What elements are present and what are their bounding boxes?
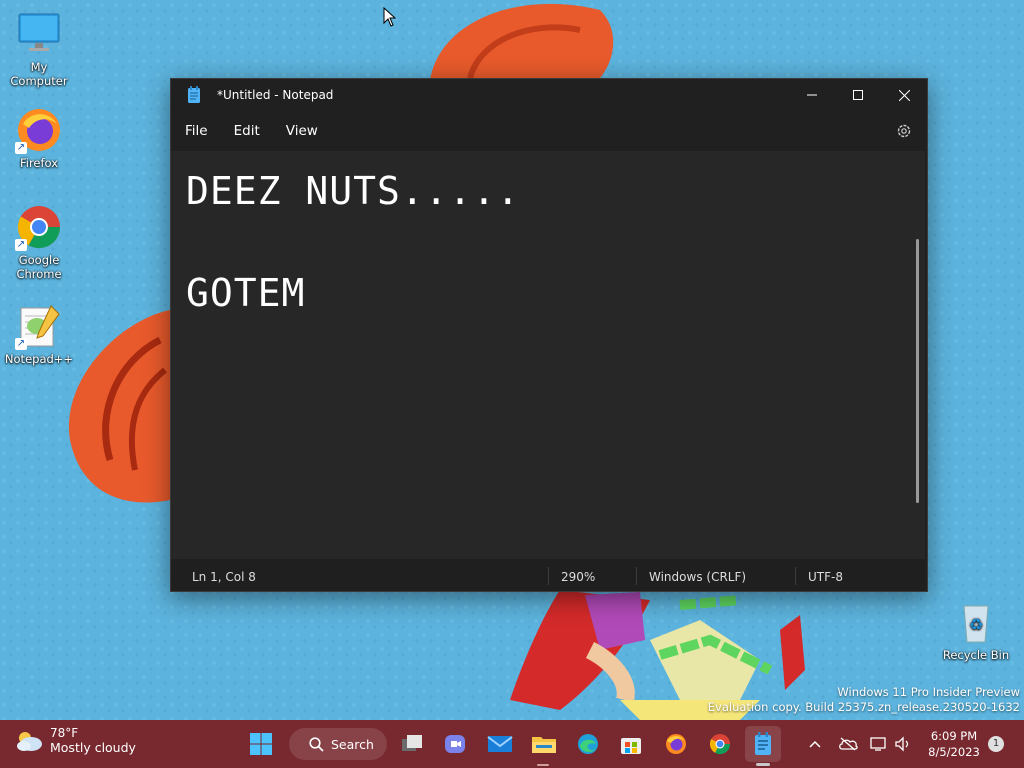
- volume-button[interactable]: [886, 726, 920, 762]
- editor-line-2: GOTEM: [186, 271, 306, 315]
- cloud-icon: [17, 731, 42, 751]
- watermark-line-1: Windows 11 Pro Insider Preview: [837, 685, 1020, 699]
- menu-file[interactable]: File: [173, 117, 220, 145]
- firefox-icon: ↗: [15, 106, 63, 154]
- desktop-icon-google-chrome[interactable]: ↗ Google Chrome: [1, 203, 77, 281]
- minimize-button[interactable]: [789, 79, 835, 111]
- clock-date: 8/5/2023: [928, 745, 980, 759]
- chrome-taskbar-button[interactable]: [702, 726, 738, 762]
- desktop-icon-label: Firefox: [19, 156, 59, 170]
- store-icon: [621, 738, 641, 754]
- taskbar-clock[interactable]: 6:09 PM 8/5/2023: [926, 728, 982, 760]
- desktop-icon-label: Google Chrome: [16, 253, 62, 281]
- store-button[interactable]: [613, 726, 649, 762]
- edge-button[interactable]: [570, 726, 606, 762]
- teams-icon: [445, 735, 465, 753]
- search-icon: [309, 736, 324, 752]
- clock-time: 6:09 PM: [930, 729, 978, 743]
- firefox-icon: [666, 734, 686, 754]
- search-label: Search: [331, 736, 374, 752]
- window-title: *Untitled - Notepad: [217, 88, 334, 102]
- notepad-window[interactable]: *Untitled - Notepad File Edit View DEEZ …: [170, 78, 928, 592]
- desktop-icon-label: Notepad++: [4, 352, 74, 366]
- file-explorer-icon: [532, 737, 556, 753]
- minimize-icon: [807, 94, 817, 96]
- watermark-line-2: Evaluation copy. Build 25375.zn_release.…: [707, 700, 1020, 714]
- notepad-app-icon: [188, 86, 200, 103]
- task-view-icon: [402, 735, 422, 751]
- chrome-icon: ↗: [15, 203, 63, 251]
- maximize-icon: [853, 90, 863, 100]
- onedrive-icon: [839, 737, 858, 751]
- notepad-icon: [755, 732, 771, 755]
- desktop-icon-recycle-bin[interactable]: ♻ Recycle Bin: [938, 598, 1014, 662]
- file-explorer-button[interactable]: [526, 726, 562, 762]
- desktop-icon-my-computer[interactable]: My Computer: [1, 10, 77, 88]
- line-ending: Windows (CRLF): [649, 570, 747, 584]
- weather-condition: Mostly cloudy: [50, 740, 136, 755]
- weather-widget[interactable]: 78°F Mostly cloudy: [14, 726, 136, 755]
- menu-bar: File Edit View: [171, 111, 927, 151]
- notepad-active-indicator: [756, 763, 770, 766]
- shortcut-arrow-icon: ↗: [15, 239, 27, 251]
- shortcut-arrow-icon: ↗: [15, 338, 27, 350]
- vertical-scrollbar[interactable]: [916, 239, 919, 503]
- status-bar: Ln 1, Col 8 290% Windows (CRLF) UTF-8: [171, 561, 925, 591]
- maximize-button[interactable]: [835, 79, 881, 111]
- settings-gear-icon[interactable]: [895, 122, 913, 140]
- recycle-bin-icon: ♻: [952, 598, 1000, 646]
- chevron-up-icon: [809, 740, 821, 748]
- onedrive-button[interactable]: [830, 726, 866, 762]
- shortcut-arrow-icon: ↗: [15, 142, 27, 154]
- start-icon: [250, 733, 272, 755]
- text-editor-area[interactable]: DEEZ NUTS..... GOTEM: [171, 151, 925, 559]
- show-hidden-icons-button[interactable]: [797, 726, 833, 762]
- encoding: UTF-8: [808, 570, 843, 584]
- zoom-level: 290%: [561, 570, 596, 584]
- weather-temp: 78°F: [50, 726, 79, 740]
- file-explorer-running-indicator: [537, 764, 549, 766]
- close-icon: [898, 89, 910, 101]
- status-divider: [795, 567, 796, 585]
- close-button[interactable]: [881, 79, 927, 111]
- notepad-taskbar-button[interactable]: [745, 726, 781, 762]
- editor-line-1: DEEZ NUTS.....: [186, 169, 521, 213]
- start-button[interactable]: [243, 726, 279, 762]
- desktop-icon-notepad-plus-plus[interactable]: ↗ Notepad++: [1, 302, 77, 366]
- notification-badge[interactable]: 1: [988, 736, 1004, 752]
- desktop-icon-label: My Computer: [10, 60, 68, 88]
- firefox-taskbar-button[interactable]: [658, 726, 694, 762]
- notepad-plus-plus-icon: ↗: [15, 302, 63, 350]
- teams-button[interactable]: [437, 726, 473, 762]
- volume-icon: [895, 736, 909, 752]
- desktop-icon-label: Recycle Bin: [942, 648, 1010, 662]
- status-divider: [548, 567, 549, 585]
- cursor-position: Ln 1, Col 8: [192, 570, 256, 584]
- mouse-cursor-icon: [383, 7, 397, 27]
- edge-icon: [578, 734, 598, 754]
- monitor-icon: [15, 10, 63, 58]
- windows-watermark: Windows 11 Pro Insider Preview Evaluatio…: [708, 685, 1020, 715]
- desktop-icon-firefox[interactable]: ↗ Firefox: [1, 106, 77, 170]
- status-divider: [636, 567, 637, 585]
- chrome-icon: [709, 734, 731, 755]
- taskbar-search-button[interactable]: Search: [289, 728, 387, 760]
- menu-edit[interactable]: Edit: [222, 117, 272, 145]
- svg-text:♻: ♻: [969, 615, 983, 634]
- taskbar: 78°F Mostly cloudy Search 6:09 PM 8/5/20…: [0, 720, 1024, 768]
- menu-view[interactable]: View: [274, 117, 330, 145]
- title-bar[interactable]: *Untitled - Notepad: [171, 79, 927, 111]
- mail-button[interactable]: [482, 726, 518, 762]
- task-view-button[interactable]: [394, 726, 430, 762]
- mail-icon: [487, 736, 513, 752]
